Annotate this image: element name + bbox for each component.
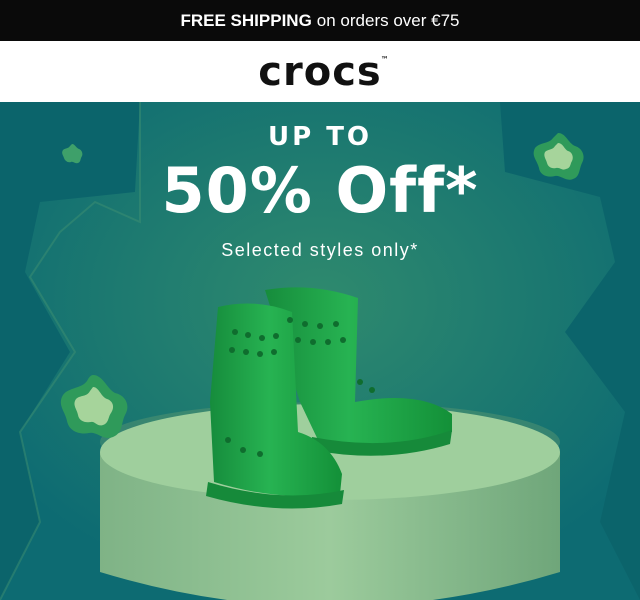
free-shipping-text: on orders over €75 (316, 10, 460, 30)
crocs-logo[interactable]: crocs ™ (258, 48, 388, 95)
hero-subtitle: Selected styles only* (221, 240, 419, 260)
trademark: ™ (380, 54, 390, 64)
hero-line-up-to: UP TO (267, 122, 373, 152)
hero-discount: 50% Off* (161, 154, 479, 227)
free-shipping-label: FREE SHIPPING (180, 10, 312, 30)
hero-banner[interactable]: UP TO 50% Off* Selected styles only* (0, 102, 640, 600)
site-header: crocs ™ (0, 41, 640, 102)
free-shipping-banner[interactable]: FREE SHIPPING on orders over €75 (0, 0, 640, 41)
logo-text: crocs (258, 48, 382, 95)
